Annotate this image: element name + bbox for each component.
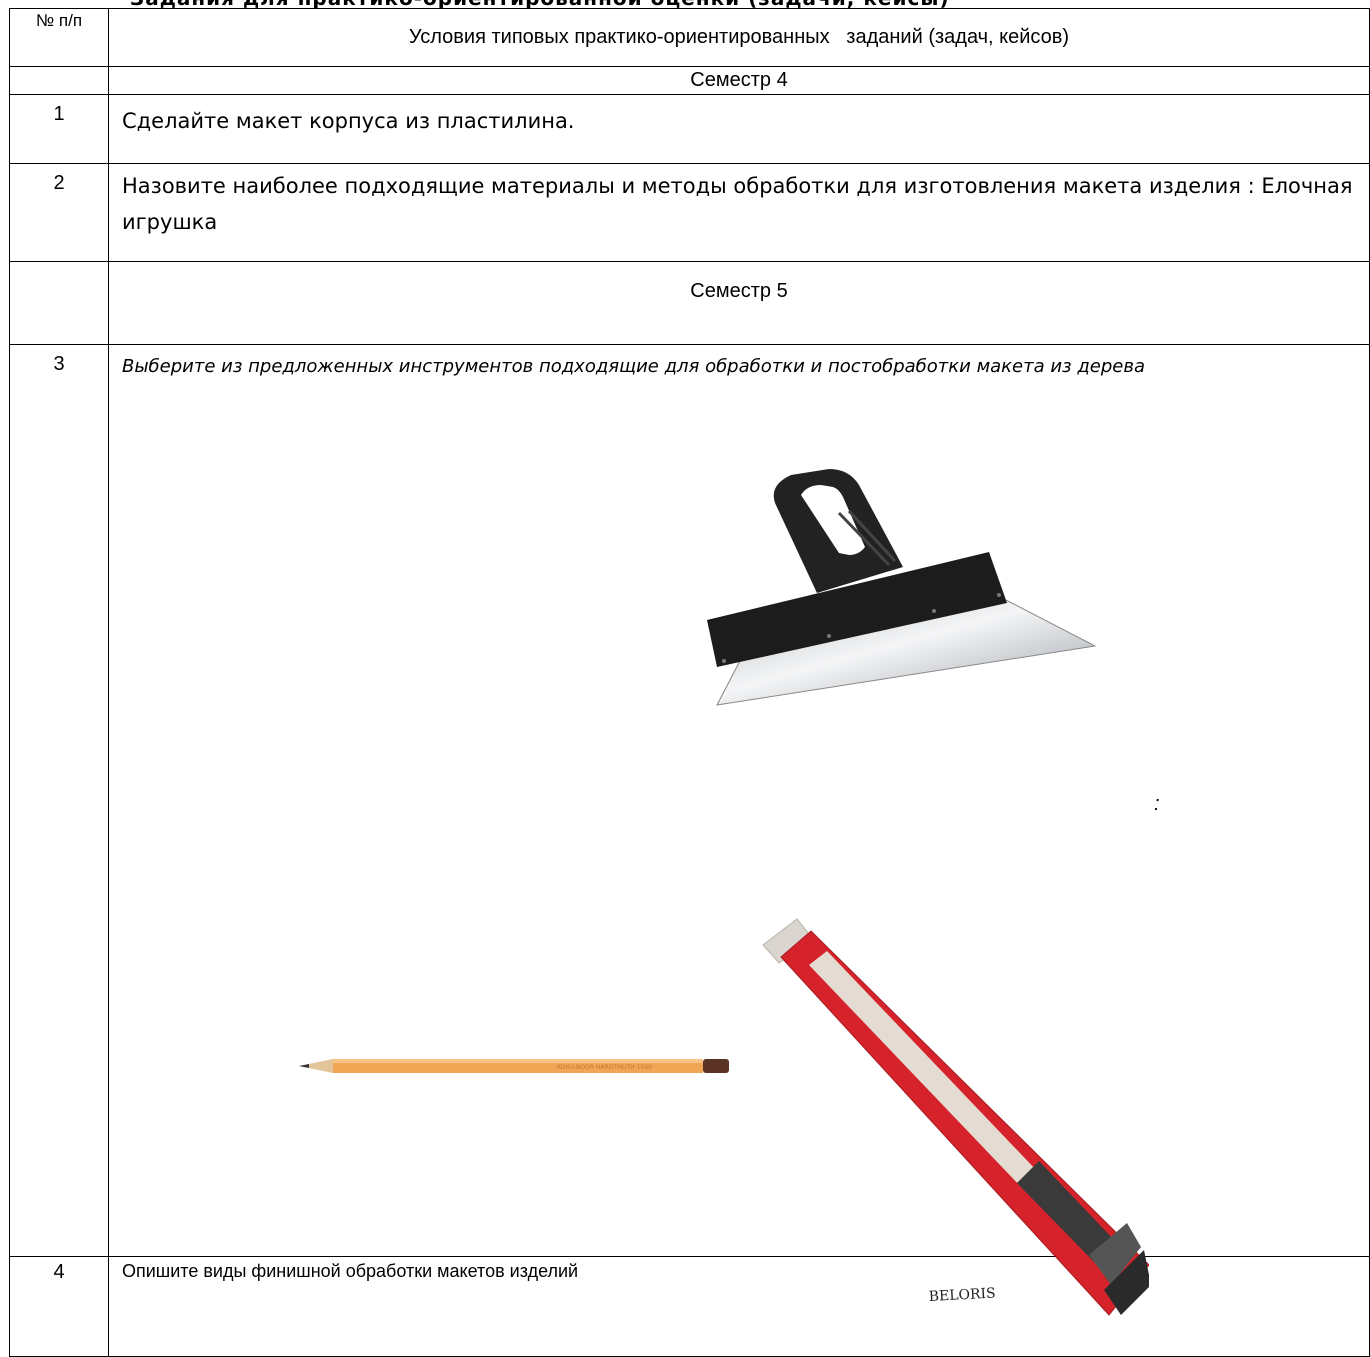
- header-num-label: № п/п: [35, 11, 83, 30]
- semester-label: Семестр 5: [108, 261, 1370, 345]
- pencil-image: KOH-I-NOOR HARDTMUTH 1500: [299, 1059, 729, 1073]
- empty-cell: [9, 261, 109, 345]
- spatula-image: [707, 469, 1097, 706]
- task-number: 3: [53, 353, 65, 375]
- task-text: Выберите из предложенных инструментов по…: [122, 356, 1146, 377]
- empty-cell: [9, 66, 109, 95]
- table-row: 3 Выберите из предложенных инструментов …: [9, 344, 1370, 1316]
- task-image-cell: Выберите из предложенных инструментов по…: [108, 344, 1370, 1316]
- header-num-cell: № п/п: [9, 8, 109, 67]
- semester-label: Семестр 4: [108, 66, 1370, 95]
- header-title-cell: Условия типовых практико-ориентированных…: [108, 8, 1370, 67]
- task-number-cell: 1: [9, 94, 109, 164]
- utility-knife-image: BELORIS: [762, 918, 1149, 1316]
- task-text: Назовите наиболее подходящие материалы и…: [108, 163, 1370, 262]
- task-number: 4: [53, 1261, 65, 1283]
- task-number: 1: [53, 103, 65, 125]
- task-number: 2: [53, 172, 65, 194]
- tasks-table: № п/п Условия типовых практико-ориентиро…: [9, 8, 1370, 1357]
- task-text: Сделайте макет корпуса из пластилина.: [108, 94, 1370, 164]
- table-row: 4 Опишите виды финишной обработки макето…: [9, 1256, 1370, 1357]
- task-number-cell: 4: [9, 1256, 109, 1357]
- task-number-cell: 2: [9, 163, 109, 262]
- table-row: 1 Сделайте макет корпуса из пластилина.: [9, 94, 1370, 164]
- svg-text:KOH-I-NOOR HARDTMUTH 1500: KOH-I-NOOR HARDTMUTH 1500: [557, 1064, 652, 1071]
- semester-row: Семестр 5: [9, 261, 1370, 345]
- header-title: Условия типовых практико-ориентированных…: [408, 26, 1070, 48]
- table-row: 2 Назовите наиболее подходящие материалы…: [9, 163, 1370, 262]
- header-row: № п/п Условия типовых практико-ориентиро…: [9, 8, 1370, 67]
- colon-mark: :: [1154, 793, 1160, 815]
- task-text: Опишите виды финишной обработки макетов …: [108, 1256, 1370, 1357]
- previous-heading-fragment: Задания для практико-ориентированной оце…: [0, 0, 1370, 8]
- task-number-cell: 3: [9, 344, 109, 1257]
- semester-row: Семестр 4: [9, 66, 1370, 95]
- knife-brand-label: BELORIS: [928, 1286, 996, 1305]
